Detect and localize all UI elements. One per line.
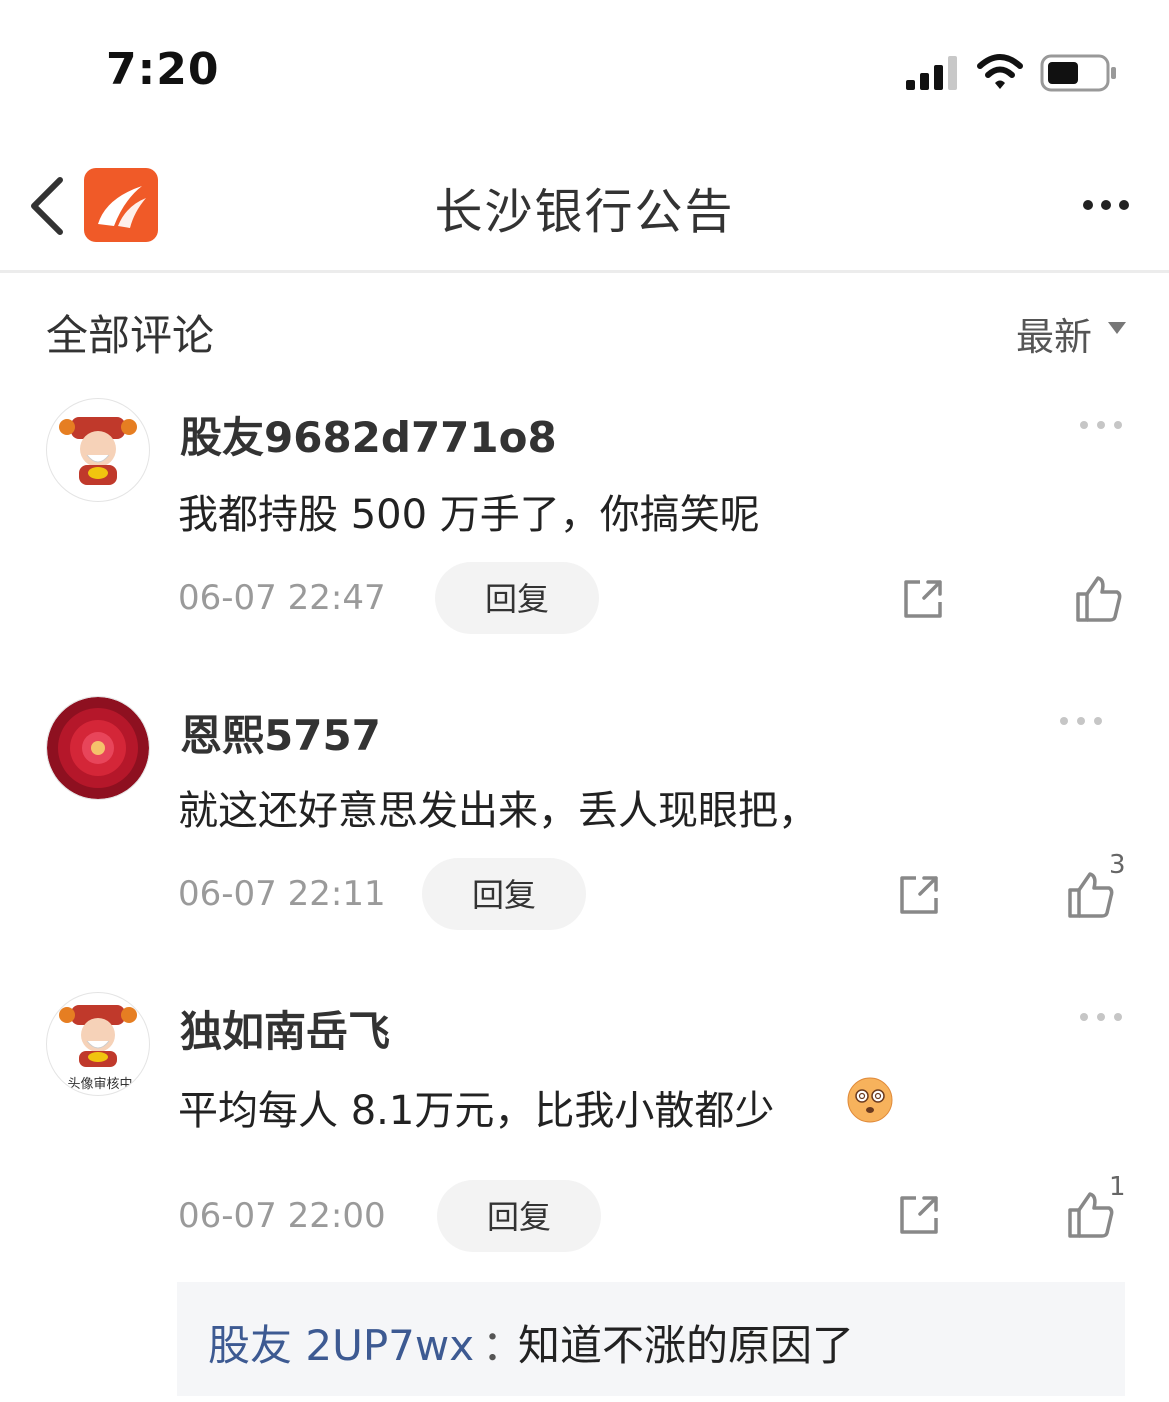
sort-dropdown[interactable]: 最新 (1016, 306, 1092, 361)
more-options-icon[interactable] (1078, 192, 1138, 218)
comment-username[interactable]: 独如南岳飞 (180, 998, 390, 1059)
comment-more-icon[interactable] (1058, 714, 1104, 728)
battery-icon (1040, 54, 1116, 92)
comment-text: 就这还好意思发出来，丢人现眼把， (178, 788, 818, 834)
avatar[interactable] (46, 398, 150, 502)
comment-text: 平均每人 8.1万元，比我小散都少 (178, 1088, 775, 1134)
red-flower-avatar-icon (47, 697, 149, 799)
comment-text: 我都持股 500 万手了，你搞笑呢 (178, 492, 760, 538)
like-count: 3 (1109, 850, 1126, 880)
comment-time: 06-07 22:47 (178, 578, 386, 618)
comment-username[interactable]: 股友9682d771o8 (180, 404, 557, 465)
status-time: 7:20 (106, 44, 220, 95)
share-icon[interactable] (896, 1192, 942, 1238)
comment-time: 06-07 22:00 (178, 1196, 386, 1236)
page-title: 长沙银行公告 (434, 184, 735, 240)
cellular-signal-icon (906, 56, 957, 90)
avatar[interactable]: 头像审核中 (46, 992, 150, 1096)
comment-username[interactable]: 恩熙5757 (180, 702, 381, 763)
caret-down-icon[interactable] (1106, 320, 1128, 336)
dizzy-face-emoji-icon (847, 1077, 893, 1123)
avatar-review-caption: 头像审核中 (67, 1077, 133, 1092)
share-icon[interactable] (896, 872, 942, 918)
like-count: 1 (1109, 1172, 1126, 1202)
reply-button[interactable]: 回复 (422, 858, 586, 930)
comment-time: 06-07 22:11 (178, 874, 386, 914)
comment-more-icon[interactable] (1078, 1010, 1124, 1024)
reply-username[interactable]: 股友 2UP7wx (208, 1312, 474, 1373)
comment-more-icon[interactable] (1078, 418, 1124, 432)
thumbs-up-icon[interactable] (1074, 574, 1124, 624)
all-comments-heading: 全部评论 (46, 311, 215, 360)
reply-button[interactable]: 回复 (437, 1180, 601, 1252)
fortune-god-avatar-icon (59, 417, 137, 485)
nav-divider (0, 270, 1169, 273)
avatar[interactable] (46, 696, 150, 800)
reply-text: 知道不涨的原因了 (518, 1321, 855, 1370)
reply-button[interactable]: 回复 (435, 562, 599, 634)
share-icon[interactable] (900, 576, 946, 622)
wifi-icon (977, 54, 1023, 89)
